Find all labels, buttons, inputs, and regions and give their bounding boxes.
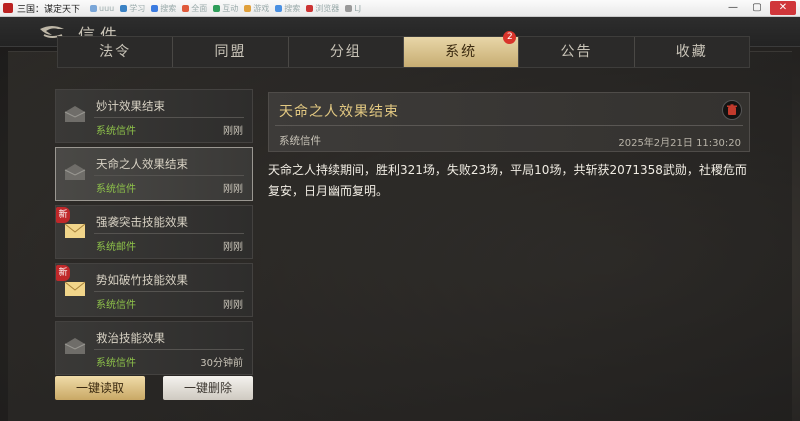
mail-item[interactable]: 妙计效果结束 系统信件 刚刚 [55, 89, 253, 143]
tab-icon [90, 4, 98, 12]
window-tab[interactable]: 游戏 [244, 3, 269, 14]
tab-group[interactable]: 分组 [289, 37, 404, 67]
window-tab[interactable]: 浏览器 [306, 3, 339, 14]
tab-announcement[interactable]: 公告 [519, 37, 635, 67]
mail-time: 刚刚 [223, 126, 243, 137]
mail-item[interactable]: 新 势如破竹技能效果 系统信件 刚刚 [55, 263, 253, 317]
window-tab-strip: uuu 学习 搜索 全面 互动 游戏 搜索 浏览器 LJ [90, 3, 361, 14]
tab-icon [213, 4, 221, 12]
divider [94, 175, 244, 176]
mail-title: 势如破竹技能效果 [96, 273, 188, 287]
mail-detail-date: 2025年2月21日 11:30:20 [618, 138, 741, 149]
tab-alliance[interactable]: 同盟 [173, 37, 289, 67]
mail-type: 系统信件 [96, 358, 136, 369]
open-envelope-icon [64, 338, 86, 354]
window-tab[interactable]: LJ [345, 3, 361, 14]
mail-title: 救治技能效果 [96, 331, 165, 345]
mail-list: 妙计效果结束 系统信件 刚刚 天命之人效果结束 系统信件 刚刚 新 强袭突击技能… [55, 89, 253, 379]
mail-detail-header: 天命之人效果结束 系统信件 2025年2月21日 11:30:20 [268, 92, 750, 152]
mail-type: 系统信件 [96, 126, 136, 137]
open-envelope-icon [64, 106, 86, 122]
mail-detail-type: 系统信件 [279, 135, 321, 147]
trash-icon [727, 104, 737, 115]
read-all-button[interactable]: 一键读取 [55, 376, 145, 400]
mail-item-selected[interactable]: 天命之人效果结束 系统信件 刚刚 [55, 147, 253, 201]
close-button[interactable]: ✕ [770, 1, 796, 15]
window-tab[interactable]: 学习 [120, 3, 145, 14]
mail-type: 系统邮件 [96, 242, 136, 253]
window-tab[interactable]: 全面 [182, 3, 207, 14]
divider [275, 125, 743, 126]
tab-icon [306, 4, 314, 12]
window-controls: — ▢ ✕ [722, 1, 796, 15]
tab-system[interactable]: 系统 2 [403, 31, 520, 67]
mail-title: 强袭突击技能效果 [96, 215, 188, 229]
tab-icon [151, 4, 159, 12]
mail-item[interactable]: 救治技能效果 系统信件 30分钟前 [55, 321, 253, 375]
minimize-button[interactable]: — [722, 1, 744, 15]
tab-icon [275, 4, 283, 12]
mail-type: 系统信件 [96, 300, 136, 311]
mail-time: 刚刚 [223, 300, 243, 311]
new-badge: 新 [56, 265, 70, 281]
mail-item[interactable]: 新 强袭突击技能效果 系统邮件 刚刚 [55, 205, 253, 259]
mail-title: 妙计效果结束 [96, 99, 165, 113]
mail-title: 天命之人效果结束 [96, 157, 188, 171]
divider [94, 233, 244, 234]
delete-mail-button[interactable] [722, 100, 742, 120]
app-icon [3, 3, 13, 13]
delete-all-button[interactable]: 一键删除 [163, 376, 253, 400]
mail-detail-body: 天命之人持续期间，胜利321场，失败23场，平局10场，共斩获2071358武勋… [268, 163, 747, 198]
tab-icon [182, 4, 190, 12]
divider [94, 349, 244, 350]
tab-decree[interactable]: 法令 [58, 37, 174, 67]
envelope-icon [64, 281, 86, 296]
mail-category-tabs: 法令 同盟 分组 系统 2 公告 收藏 [57, 31, 750, 68]
mail-time: 刚刚 [223, 184, 243, 195]
window-tab[interactable]: 搜索 [275, 3, 300, 14]
envelope-icon [64, 223, 86, 238]
tab-icon [120, 4, 128, 12]
window-tab[interactable]: uuu [90, 3, 114, 14]
mail-time: 刚刚 [223, 242, 243, 253]
divider [94, 117, 244, 118]
window-titlebar: 三国：谋定天下 uuu 学习 搜索 全面 互动 游戏 搜索 浏览器 LJ — ▢… [0, 0, 800, 17]
unread-count-badge: 2 [503, 31, 517, 44]
mail-time: 30分钟前 [200, 358, 243, 369]
open-envelope-icon [64, 164, 86, 180]
tab-icon [244, 4, 252, 12]
window-tab[interactable]: 互动 [213, 3, 238, 14]
new-badge: 新 [56, 207, 70, 223]
mail-detail-title: 天命之人效果结束 [279, 104, 399, 120]
tab-favorites[interactable]: 收藏 [635, 37, 749, 67]
window-tab[interactable]: 搜索 [151, 3, 176, 14]
mail-type: 系统信件 [96, 184, 136, 195]
tab-icon [345, 4, 353, 12]
window-title: 三国：谋定天下 [17, 4, 81, 15]
maximize-button[interactable]: ▢ [746, 1, 768, 15]
divider [94, 291, 244, 292]
